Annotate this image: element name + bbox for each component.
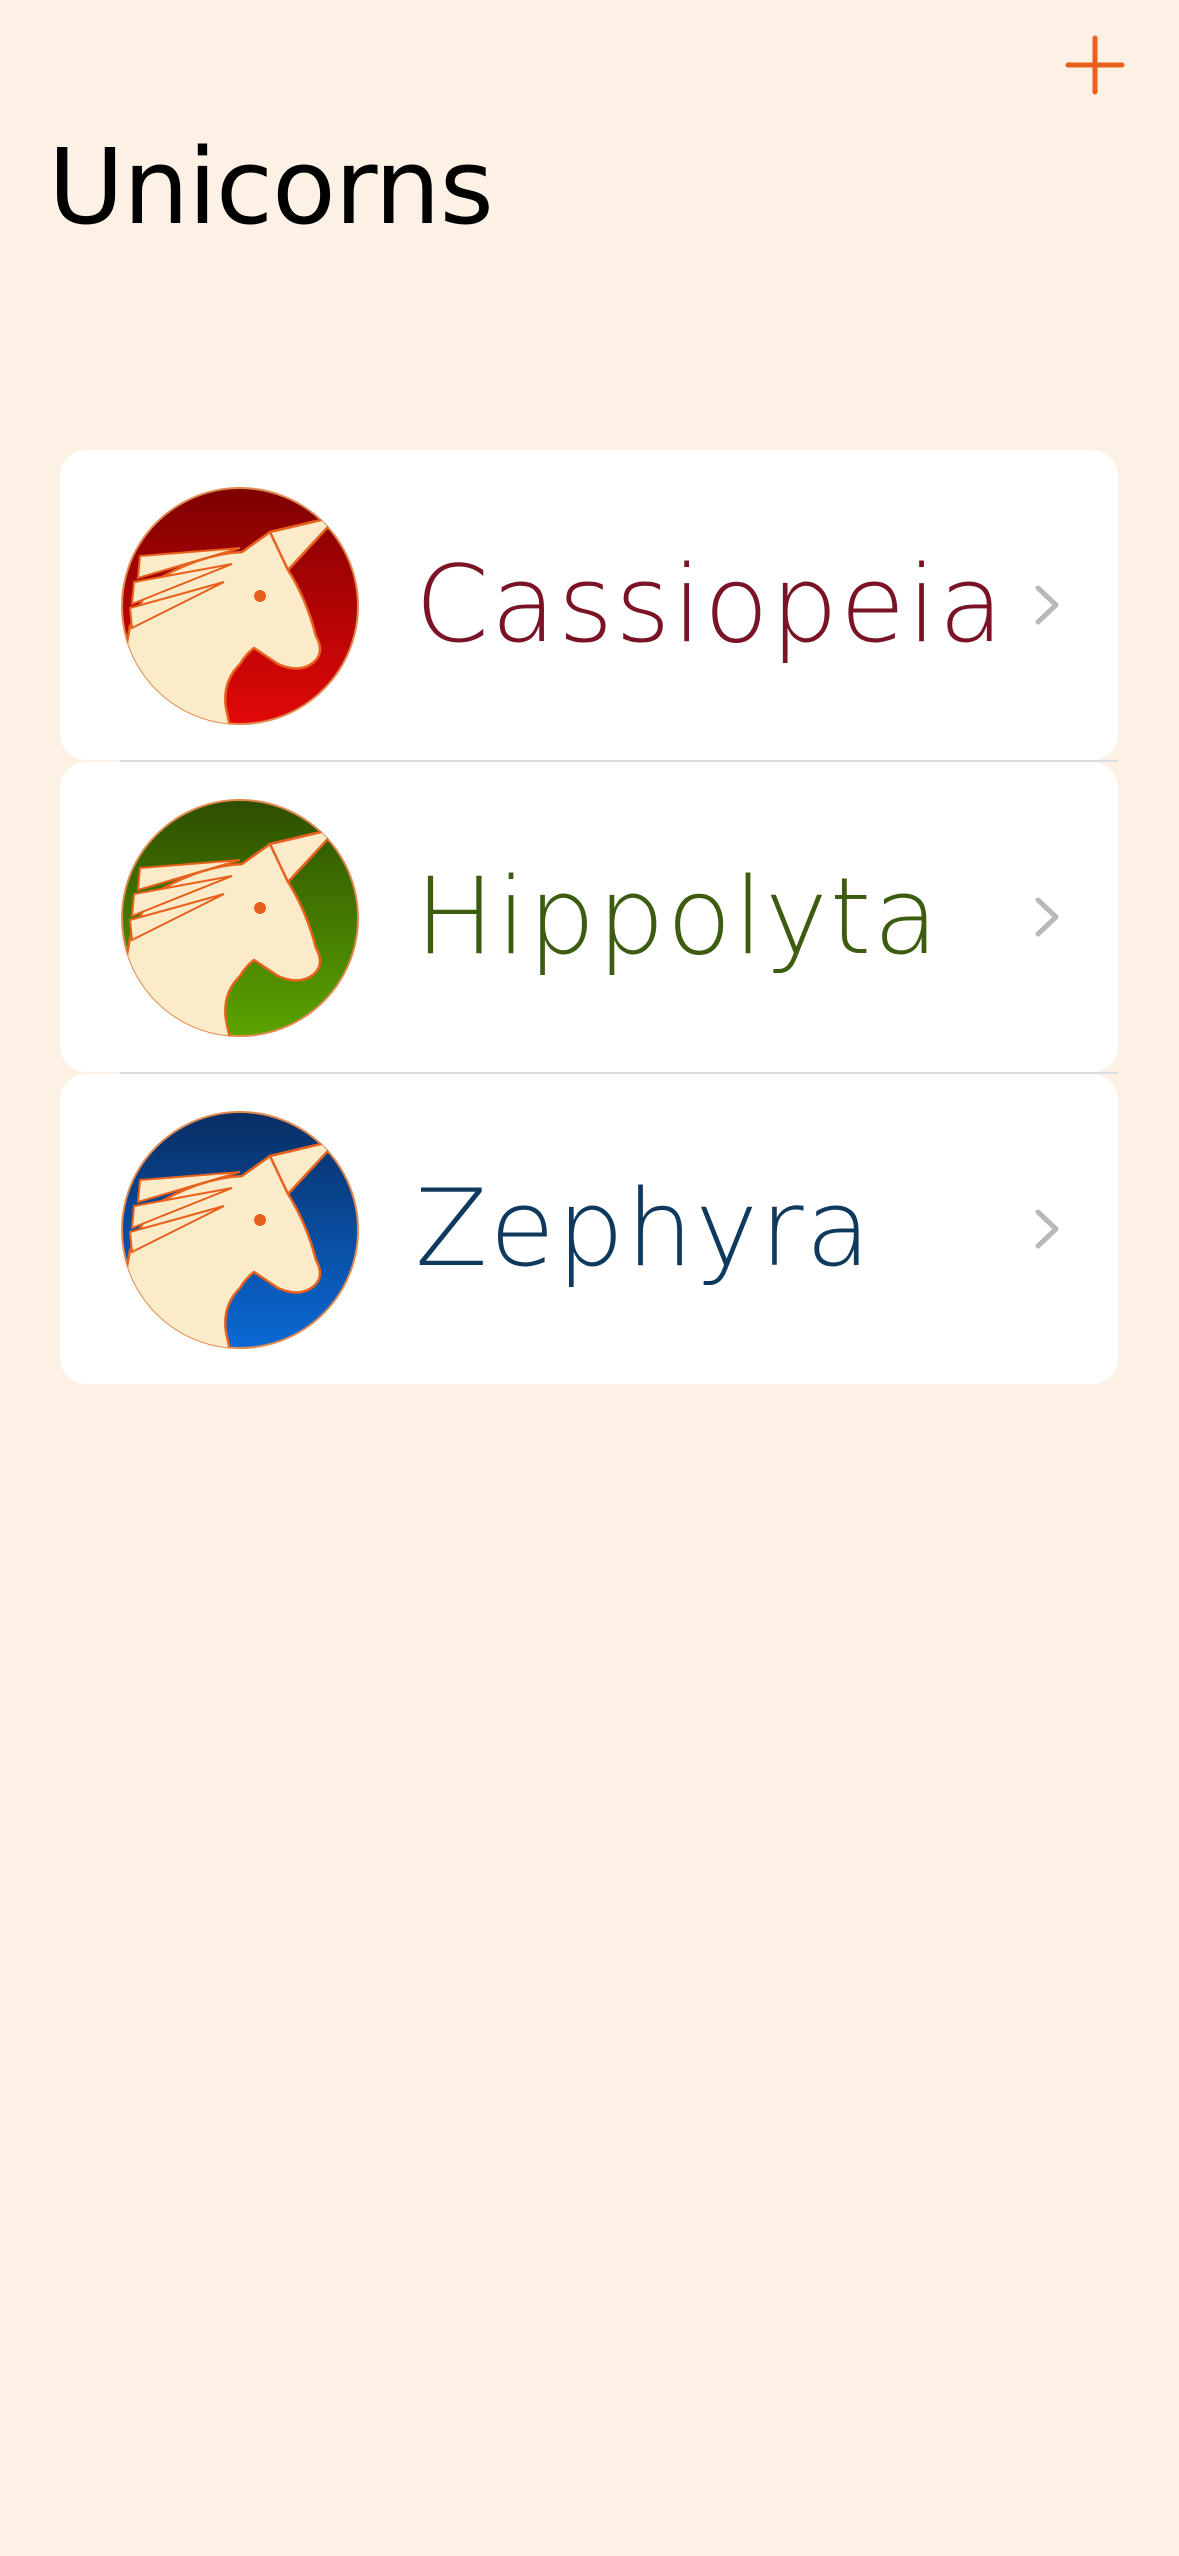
unicorn-head-icon xyxy=(121,1111,359,1349)
add-unicorn-button[interactable] xyxy=(1060,30,1130,100)
unicorn-row-zephyra[interactable]: Zephyra xyxy=(60,1072,1118,1384)
unicorn-avatar xyxy=(120,1110,360,1350)
chevron-right-icon xyxy=(1032,894,1062,940)
unicorn-name: Cassiopeia xyxy=(415,543,1006,666)
unicorn-avatar xyxy=(120,486,360,726)
unicorn-list: Cassiopeia Hippolyta Zephyra xyxy=(60,450,1118,1386)
unicorn-avatar xyxy=(120,798,360,1038)
page-title: Unicorns xyxy=(48,126,494,248)
unicorn-row-cassiopeia[interactable]: Cassiopeia xyxy=(60,450,1118,760)
unicorn-row-hippolyta[interactable]: Hippolyta xyxy=(60,760,1118,1072)
chevron-right-icon xyxy=(1032,1206,1062,1252)
unicorn-head-icon xyxy=(121,799,359,1037)
unicorn-name: Zephyra xyxy=(415,1167,873,1290)
unicorn-head-icon xyxy=(121,487,359,725)
unicorn-name: Hippolyta xyxy=(415,855,941,978)
plus-icon xyxy=(1065,35,1125,95)
chevron-right-icon xyxy=(1032,582,1062,628)
